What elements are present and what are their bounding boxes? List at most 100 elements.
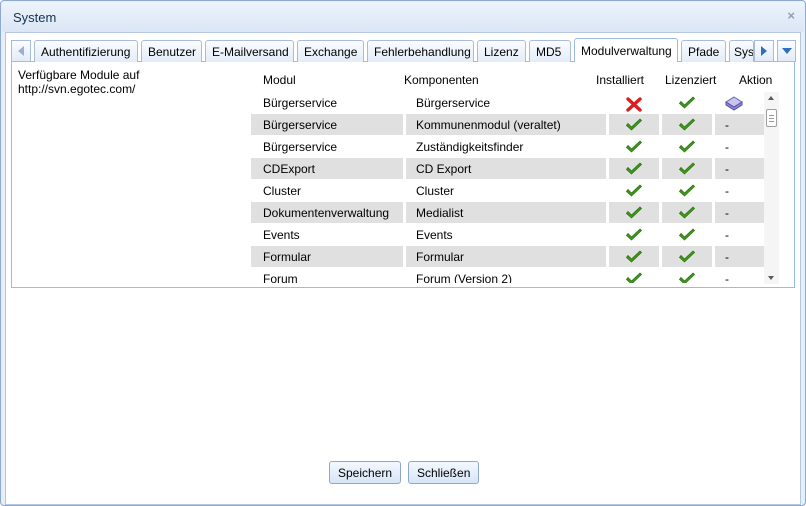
tab-md5[interactable]: MD5 (529, 40, 571, 62)
check-icon (625, 117, 643, 132)
column-header-aktion: Aktion (739, 73, 773, 87)
scroll-thumb[interactable] (766, 109, 777, 127)
available-modules-label: Verfügbare Module auf http://svn.egotec.… (18, 68, 140, 96)
cell-aktion: - (715, 246, 766, 267)
tab-e-mailversand[interactable]: E-Mailversand (205, 40, 294, 62)
grid-header: Modul Komponenten Installiert Lizenziert… (251, 69, 773, 89)
cell-lizenziert (662, 114, 712, 135)
cell-lizenziert (662, 224, 712, 245)
cell-komponente: Events (416, 227, 453, 242)
tab-lizenz[interactable]: Lizenz (477, 40, 526, 62)
cell-komponente: CD Export (406, 158, 606, 179)
scroll-up-icon[interactable] (768, 96, 774, 100)
cell-lizenziert (662, 180, 712, 201)
cell-aktion: - (725, 271, 729, 284)
tab-bar: Authentifizierung Benutzer E-Mailversand… (11, 37, 796, 62)
cell-installiert (609, 136, 659, 157)
cell-modul: Forum (263, 271, 298, 284)
cell-lizenziert (662, 158, 712, 179)
table-row[interactable]: Cluster Cluster - (251, 180, 766, 202)
table-row[interactable]: Bürgerservice Kommunenmodul (veraltet) - (251, 114, 766, 136)
grid-scrollbar[interactable] (764, 92, 779, 284)
cell-modul: Bürgerservice (263, 95, 338, 110)
cell-installiert (609, 180, 659, 201)
dialog-title: System (13, 10, 57, 25)
cell-lizenziert (662, 246, 712, 267)
cell-lizenziert (662, 268, 712, 283)
install-icon[interactable] (725, 95, 743, 111)
cell-komponente: Formular (406, 246, 606, 267)
cell-installiert (609, 158, 659, 179)
cell-aktion: - (725, 183, 729, 198)
column-header-installiert: Installiert (596, 73, 645, 87)
cell-lizenziert (662, 136, 712, 157)
cell-komponente: Medialist (406, 202, 606, 223)
chevron-down-icon (781, 48, 792, 54)
check-icon (678, 95, 696, 110)
tab-exchange[interactable]: Exchange (297, 40, 364, 62)
cell-modul: Events (263, 227, 300, 242)
check-icon (678, 249, 696, 264)
tab-system[interactable]: Syst (729, 40, 754, 62)
check-icon (678, 117, 696, 132)
column-header-lizenziert: Lizenziert (665, 73, 717, 87)
cell-installiert (609, 268, 659, 283)
cell-komponente: Forum (Version 2) (416, 271, 513, 284)
dialog-content: Authentifizierung Benutzer E-Mailversand… (5, 32, 801, 505)
tab-scroll-left-button[interactable] (11, 40, 31, 62)
tab-menu-button[interactable] (777, 40, 796, 62)
modulverwaltung-panel: Verfügbare Module auf http://svn.egotec.… (11, 62, 795, 288)
table-row[interactable]: Events Events - (251, 224, 766, 246)
check-icon (678, 161, 696, 176)
column-header-modul: Modul (263, 73, 296, 87)
cell-modul: Bürgerservice (251, 114, 403, 135)
cell-komponente: Kommunenmodul (veraltet) (406, 114, 606, 135)
tab-authentifizierung[interactable]: Authentifizierung (34, 40, 138, 62)
cell-aktion: - (725, 227, 729, 242)
tab-benutzer[interactable]: Benutzer (141, 40, 202, 62)
cell-aktion: - (715, 114, 766, 135)
cell-installiert (609, 92, 659, 113)
cell-lizenziert (662, 202, 712, 223)
cell-aktion (715, 92, 766, 113)
cell-modul: Bürgerservice (263, 139, 338, 154)
cross-icon (625, 96, 643, 112)
system-dialog: System × Authentifizierung Benutzer E-Ma… (0, 0, 806, 506)
check-icon (625, 227, 643, 242)
check-icon (678, 271, 696, 283)
check-icon (678, 227, 696, 242)
modules-grid: Bürgerservice Bürgerservice Bürgerservice K… (251, 91, 786, 283)
column-header-komponenten: Komponenten (404, 73, 479, 87)
cell-aktion: - (715, 202, 766, 223)
cell-aktion: - (725, 139, 729, 154)
save-button[interactable]: Speichern (329, 461, 402, 484)
table-row[interactable]: CDExport CD Export - (251, 158, 766, 180)
table-row[interactable]: Dokumentenverwaltung Medialist - (251, 202, 766, 224)
close-button[interactable]: Schließen (408, 461, 480, 484)
cell-modul: Cluster (263, 183, 302, 198)
close-icon[interactable]: × (787, 8, 795, 23)
tab-scroll-right-button[interactable] (754, 40, 774, 62)
tab-fehlerbehandlung[interactable]: Fehlerbehandlung (367, 40, 474, 62)
chevron-right-icon (761, 46, 767, 56)
tab-pfade[interactable]: Pfade (681, 40, 726, 62)
table-row[interactable]: Bürgerservice Bürgerservice (251, 92, 766, 114)
table-row[interactable]: Bürgerservice Zuständigkeitsfinder - (251, 136, 766, 158)
cell-installiert (609, 202, 659, 223)
table-row[interactable]: Forum Forum (Version 2) - (251, 268, 766, 283)
check-icon (625, 205, 643, 220)
check-icon (678, 205, 696, 220)
scroll-down-icon[interactable] (768, 276, 774, 280)
cell-installiert (609, 246, 659, 267)
check-icon (625, 249, 643, 264)
check-icon (625, 183, 643, 198)
cell-komponente: Zuständigkeitsfinder (416, 139, 524, 154)
cell-aktion: - (715, 158, 766, 179)
cell-installiert (609, 224, 659, 245)
dialog-titlebar[interactable]: System × (2, 2, 804, 32)
table-row[interactable]: Formular Formular - (251, 246, 766, 268)
check-icon (678, 139, 696, 154)
tab-modulverwaltung[interactable]: Modulverwaltung (574, 38, 678, 62)
check-icon (678, 183, 696, 198)
cell-modul: Dokumentenverwaltung (251, 202, 403, 223)
